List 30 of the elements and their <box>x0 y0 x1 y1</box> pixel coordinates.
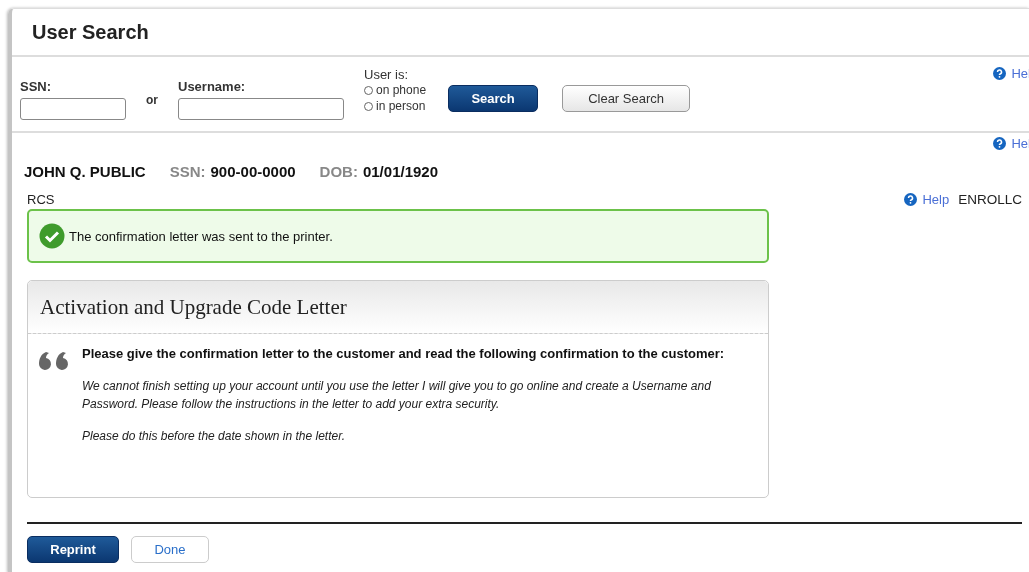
script-text: Please do this before the date shown in the letter. <box>82 428 347 445</box>
dob-label: DOB: <box>319 163 358 180</box>
radio-option[interactable]: in person <box>364 98 427 114</box>
clear-search-button[interactable]: Clear Search <box>562 85 691 112</box>
ssn-label: SSN: <box>20 79 53 94</box>
username-field[interactable] <box>178 98 344 120</box>
username-label: Username: <box>178 79 247 94</box>
reprint-button[interactable]: Reprint <box>27 536 119 563</box>
alert-message: The confirmation letter was sent to the printer. <box>69 228 333 244</box>
radio-option[interactable]: on phone <box>364 82 427 98</box>
check-icon <box>39 223 65 249</box>
help-icon <box>904 193 918 206</box>
dob-value: 01/01/1920 <box>362 163 438 180</box>
ssn-field[interactable] <box>20 98 126 120</box>
section-label: RCS <box>27 192 55 207</box>
user-is-label: User is: <box>364 67 410 82</box>
or-label: or <box>146 93 158 107</box>
instruction-text: Please give the confirmation letter to the customer and read the following confirmation to the customer: <box>82 345 726 363</box>
done-button[interactable]: Done <box>131 536 209 563</box>
card-title: Activation and Upgrade Code Letter <box>40 294 347 320</box>
search-button[interactable]: Search <box>448 85 539 112</box>
help-icon <box>993 67 1007 80</box>
code-label: ENROLLC <box>958 192 1022 207</box>
ssn-label: SSN: <box>169 163 206 180</box>
help-link[interactable]: Help <box>904 192 950 207</box>
script-text: We cannot finish setting up your account until you use the letter I will give you to go online and create a Username and Password. Please follow the instructions in the letter to add your extra security. <box>82 378 712 413</box>
customer-name: JOHN Q. PUBLIC <box>24 163 146 180</box>
help-icon <box>993 137 1007 150</box>
window-title: User Search <box>32 20 149 44</box>
ssn-value: 900-00-0000 <box>210 163 296 180</box>
